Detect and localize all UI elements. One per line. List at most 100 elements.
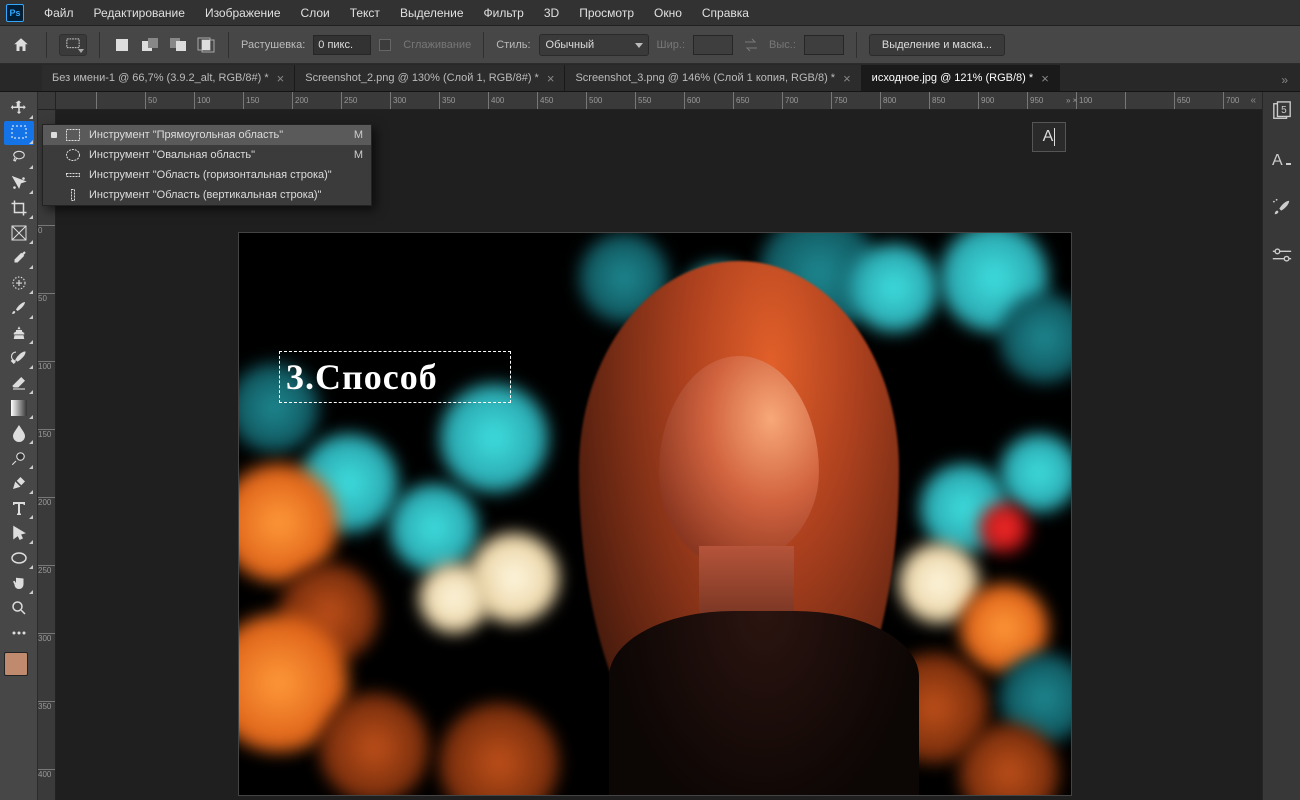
document-tab[interactable]: Без имени-1 @ 66,7% (3.9.2_alt, RGB/8#) …: [42, 65, 295, 91]
document-tab[interactable]: исходное.jpg @ 121% (RGB/8) * ×: [862, 65, 1060, 91]
brush-panel-icon[interactable]: [1267, 192, 1297, 222]
main-area: 5010015020025030035040045050055060065070…: [0, 92, 1300, 800]
home-button[interactable]: [8, 32, 34, 58]
lasso-tool[interactable]: [4, 146, 34, 170]
antialias-label: Сглаживание: [403, 39, 471, 51]
hand-tool[interactable]: [4, 571, 34, 595]
flyout-item-row-marquee[interactable]: Инструмент "Область (горизонтальная стро…: [43, 165, 371, 185]
svg-text:A: A: [1272, 152, 1283, 168]
type-tool[interactable]: [4, 496, 34, 520]
character-panel-icon[interactable]: A: [1267, 144, 1297, 174]
divider: [228, 32, 229, 58]
flyout-shortcut: M: [354, 149, 363, 161]
add-selection-icon[interactable]: [140, 35, 160, 55]
shape-tool[interactable]: [4, 546, 34, 570]
menu-type[interactable]: Текст: [340, 2, 390, 24]
flyout-label: Инструмент "Прямоугольная область": [89, 129, 346, 141]
document-tab-label: исходное.jpg @ 121% (RGB/8) *: [872, 72, 1034, 84]
options-bar: Растушевка: Сглаживание Стиль: Обычный Ш…: [0, 26, 1300, 64]
style-label: Стиль:: [496, 39, 530, 51]
history-brush-tool[interactable]: [4, 346, 34, 370]
quick-select-tool[interactable]: [4, 171, 34, 195]
blur-tool[interactable]: [4, 421, 34, 445]
width-label: Шир.:: [657, 39, 685, 51]
document-tab-label: Без имени-1 @ 66,7% (3.9.2_alt, RGB/8#) …: [52, 72, 269, 84]
adjustments-panel-icon[interactable]: [1267, 240, 1297, 270]
vertical-ruler[interactable]: 050100150200250300350400: [38, 110, 56, 800]
menu-layer[interactable]: Слои: [291, 2, 340, 24]
active-dot-icon: [51, 152, 57, 158]
close-icon[interactable]: ×: [1041, 71, 1049, 86]
document-tab[interactable]: Screenshot_3.png @ 146% (Слой 1 копия, R…: [565, 65, 861, 91]
style-select[interactable]: Обычный: [539, 34, 649, 56]
active-dot-icon: [51, 172, 57, 178]
dock-expand-button[interactable]: «: [1244, 92, 1262, 109]
zoom-tool[interactable]: [4, 596, 34, 620]
ruler-origin[interactable]: [38, 92, 56, 110]
right-panel-dock: 5 A: [1262, 92, 1300, 800]
menu-image[interactable]: Изображение: [195, 2, 291, 24]
pen-tool[interactable]: [4, 471, 34, 495]
width-input: [693, 35, 733, 55]
antialias-checkbox: [379, 39, 391, 51]
eyedropper-tool[interactable]: [4, 246, 34, 270]
intersect-selection-icon[interactable]: [196, 35, 216, 55]
clone-stamp-tool[interactable]: [4, 321, 34, 345]
tool-preset-picker[interactable]: [59, 34, 87, 56]
swap-wh-icon: [741, 35, 761, 55]
active-dot-icon: [51, 192, 57, 198]
brush-tool[interactable]: [4, 296, 34, 320]
frame-tool[interactable]: [4, 221, 34, 245]
flyout-label: Инструмент "Овальная область": [89, 149, 346, 161]
select-and-mask-button[interactable]: Выделение и маска...: [869, 34, 1005, 56]
new-selection-icon[interactable]: [112, 35, 132, 55]
menu-select[interactable]: Выделение: [390, 2, 474, 24]
divider: [99, 32, 100, 58]
flyout-item-ellipse-marquee[interactable]: Инструмент "Овальная область" M: [43, 145, 371, 165]
close-icon[interactable]: ×: [277, 71, 285, 86]
menu-window[interactable]: Окно: [644, 2, 692, 24]
document-tab-label: Screenshot_3.png @ 146% (Слой 1 копия, R…: [575, 72, 835, 84]
move-tool[interactable]: [4, 96, 34, 120]
close-icon[interactable]: ×: [843, 71, 851, 86]
edit-toolbar-button[interactable]: [4, 621, 34, 645]
document-tab[interactable]: Screenshot_2.png @ 130% (Слой 1, RGB/8#)…: [295, 65, 565, 91]
text-input-overlay[interactable]: A: [1032, 122, 1066, 152]
gradient-tool[interactable]: [4, 396, 34, 420]
spot-heal-tool[interactable]: [4, 271, 34, 295]
divider: [856, 32, 857, 58]
close-icon[interactable]: ×: [547, 71, 555, 86]
menu-bar: Ps Файл Редактирование Изображение Слои …: [0, 0, 1300, 26]
row-marquee-icon: [65, 167, 81, 183]
height-input: [804, 35, 844, 55]
crop-tool[interactable]: [4, 196, 34, 220]
ellipse-marquee-icon: [65, 147, 81, 163]
feather-label: Растушевка:: [241, 39, 305, 51]
tab-overflow-button[interactable]: »: [1277, 69, 1292, 91]
horizontal-ruler[interactable]: 5010015020025030035040045050055060065070…: [56, 92, 1262, 110]
history-panel-icon[interactable]: 5: [1267, 96, 1297, 126]
menu-edit[interactable]: Редактирование: [84, 2, 195, 24]
marquee-tool[interactable]: [4, 121, 34, 145]
flyout-item-rect-marquee[interactable]: Инструмент "Прямоугольная область" M: [43, 125, 371, 145]
document-tab-bar: Без имени-1 @ 66,7% (3.9.2_alt, RGB/8#) …: [0, 64, 1300, 92]
feather-input[interactable]: [313, 35, 371, 55]
dodge-tool[interactable]: [4, 446, 34, 470]
foreground-color-swatch[interactable]: [4, 652, 28, 676]
document-canvas[interactable]: 3.Способ: [238, 232, 1072, 796]
menu-help[interactable]: Справка: [692, 2, 759, 24]
menu-3d[interactable]: 3D: [534, 2, 569, 24]
menu-file[interactable]: Файл: [34, 2, 84, 24]
menu-filter[interactable]: Фильтр: [474, 2, 534, 24]
active-dot-icon: [51, 132, 57, 138]
eraser-tool[interactable]: [4, 371, 34, 395]
svg-text:5: 5: [1281, 105, 1287, 116]
subtract-selection-icon[interactable]: [168, 35, 188, 55]
marquee-tool-flyout: Инструмент "Прямоугольная область" M Инс…: [42, 124, 372, 206]
height-label: Выс.:: [769, 39, 796, 51]
canvas-area[interactable]: 5010015020025030035040045050055060065070…: [38, 92, 1262, 800]
menu-view[interactable]: Просмотр: [569, 2, 644, 24]
path-select-tool[interactable]: [4, 521, 34, 545]
flyout-item-col-marquee[interactable]: Инструмент "Область (вертикальная строка…: [43, 185, 371, 205]
selection-marquee[interactable]: 3.Способ: [279, 351, 511, 403]
